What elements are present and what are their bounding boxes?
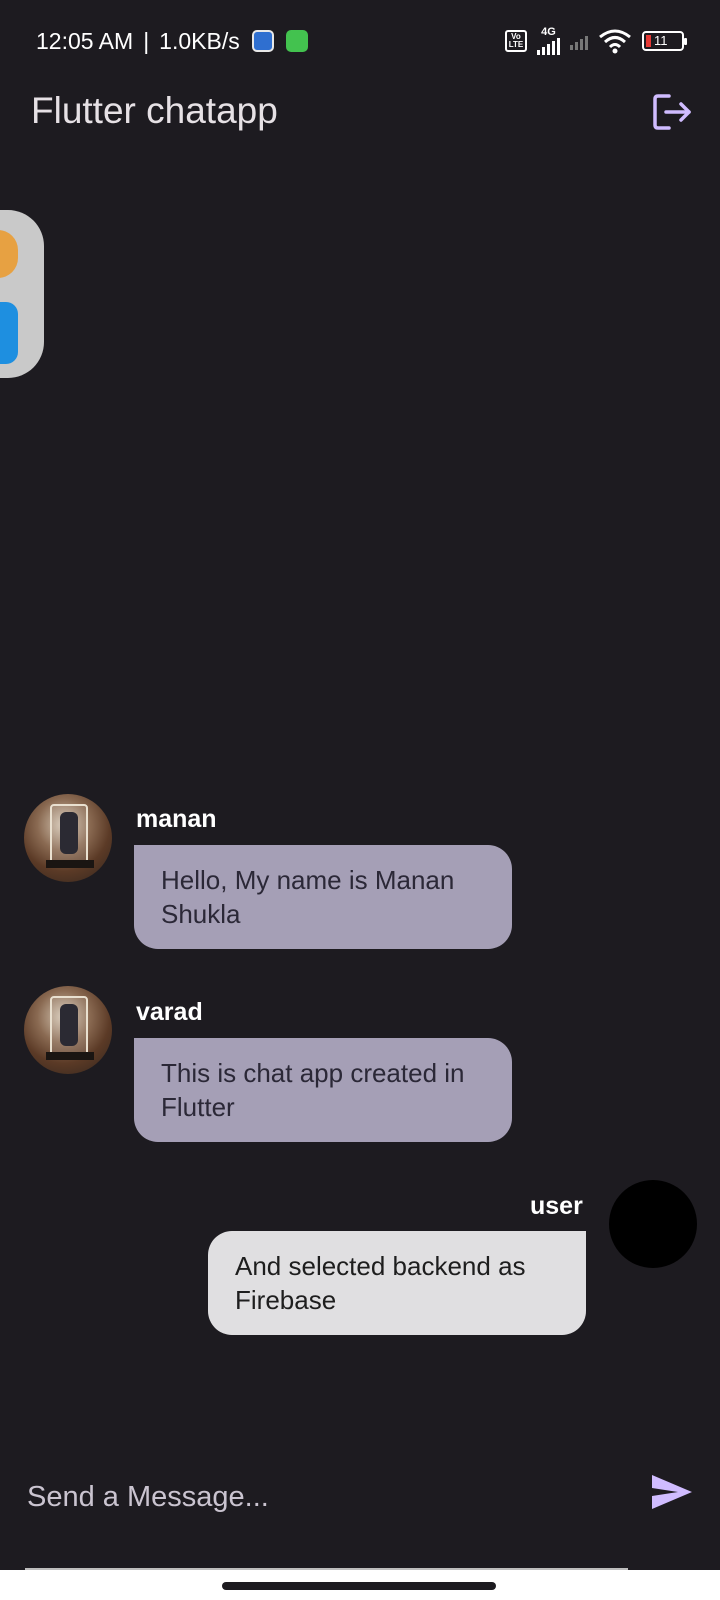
logout-icon [653, 94, 691, 130]
floating-app-icon[interactable] [0, 302, 18, 364]
send-button[interactable] [650, 1472, 694, 1516]
status-separator: | [143, 27, 150, 54]
avatar [24, 986, 112, 1074]
sender-name: varad [136, 998, 203, 1026]
sim2-signal-icon [570, 32, 588, 50]
system-nav-bar [0, 1570, 720, 1600]
volte-icon: Vo LTE [505, 30, 527, 52]
status-time: 12:05 AM [36, 27, 134, 54]
status-left: 12:05 AM | 1.0KB/s [36, 28, 308, 55]
home-indicator[interactable] [222, 1582, 496, 1590]
message-composer [0, 1470, 720, 1570]
message-bubble: And selected backend as Firebase [208, 1231, 586, 1335]
net-speed: 1.0KB/s [159, 27, 240, 54]
app-title: Flutter chatapp [31, 90, 278, 131]
status-bar: 12:05 AM | 1.0KB/s Vo LTE 4G 11 [0, 0, 720, 82]
wifi-icon [599, 29, 631, 54]
battery-icon: 11 [642, 31, 687, 51]
message-input[interactable] [27, 1472, 617, 1522]
avatar [24, 794, 112, 882]
status-right: Vo LTE 4G 11 [505, 27, 687, 55]
notification-app-icon [251, 30, 274, 52]
network-type: 4G [541, 26, 556, 38]
floating-app-icon[interactable] [0, 230, 18, 278]
message-bubble: Hello, My name is Manan Shukla [134, 845, 512, 949]
signal-icon [537, 37, 560, 55]
app-bar: Flutter chatapp [0, 82, 720, 148]
sender-name: user [530, 1192, 583, 1220]
avatar [609, 1180, 697, 1268]
sender-name: manan [136, 805, 217, 833]
logout-button[interactable] [652, 92, 694, 132]
message-bubble: This is chat app created in Flutter [134, 1038, 512, 1142]
mobile-signal: 4G [537, 27, 560, 55]
android-notification-icon [285, 30, 308, 52]
floating-app-bubble[interactable] [0, 210, 44, 378]
send-icon [652, 1475, 692, 1509]
